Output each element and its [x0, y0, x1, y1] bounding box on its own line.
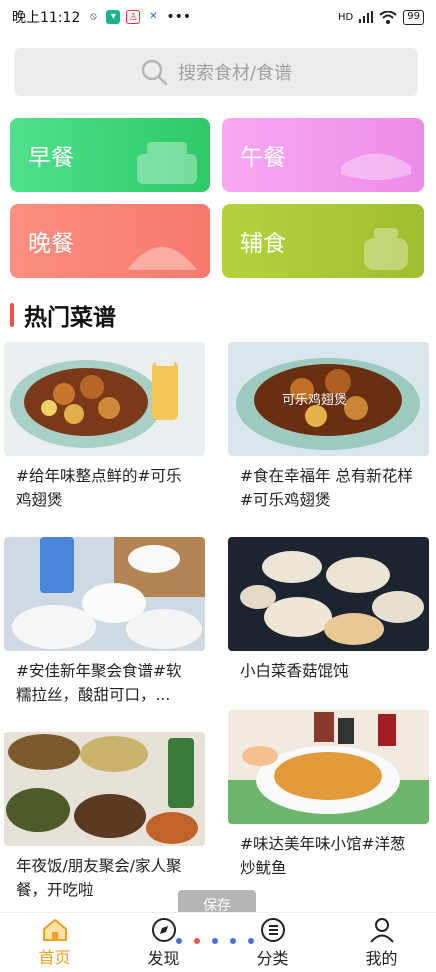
shield-icon: ▾	[106, 10, 121, 24]
more-notify-icon: •••	[166, 9, 192, 25]
recipe-title: #安佳新年聚会食谱#软糯拉丝，酸甜可口，...	[16, 662, 182, 704]
category-lunch[interactable]: 午餐	[222, 118, 424, 192]
recipe-overlay-text: 可乐鸡翅煲	[282, 392, 347, 408]
mute-icon: ⦸	[90, 11, 97, 22]
recipe-card[interactable]: #味达美年味小馆#洋葱炒鱿鱼	[228, 710, 429, 882]
category-baby-food[interactable]: 辅食	[222, 204, 424, 278]
app-notify-icon: ♙	[126, 10, 141, 24]
recipe-image: 可乐鸡翅煲	[228, 342, 429, 456]
recipe-title: #味达美年味小馆#洋葱炒鱿鱼	[240, 835, 406, 877]
page-dot	[176, 938, 182, 944]
x-app-icon: ✕	[149, 11, 158, 22]
recipe-title: 小白菜香菇馄饨	[240, 662, 349, 680]
recipe-title: #给年味整点鲜的#可乐鸡翅煲	[16, 467, 182, 509]
status-left: 晚上11:12 ⦸ ▾ ♙ ✕ •••	[12, 7, 191, 27]
section-title: 热门菜谱	[24, 305, 116, 331]
recipe-image	[228, 710, 429, 824]
tab-profile[interactable]: 我的	[327, 913, 436, 972]
page-dot	[230, 938, 236, 944]
recipe-image	[4, 732, 205, 846]
pot-icon	[364, 228, 408, 270]
category-label: 辅食	[240, 231, 286, 257]
recipe-title: #食在幸福年 总有新花样#可乐鸡翅煲	[240, 467, 413, 509]
section-accent-bar	[10, 303, 14, 327]
bowl-icon	[341, 153, 411, 180]
section-hot-recipes: 热门菜谱	[10, 298, 116, 332]
page-dot	[212, 938, 218, 944]
category-label: 午餐	[240, 145, 286, 171]
recipe-card[interactable]: 可乐鸡翅煲 #食在幸福年 总有新花样#可乐鸡翅煲	[228, 342, 429, 514]
wifi-icon	[379, 10, 397, 24]
search-placeholder: 搜索食材/食谱	[177, 63, 293, 84]
tab-label: 我的	[365, 948, 398, 968]
recipe-card[interactable]: 小白菜香菇馄饨	[228, 537, 429, 709]
compass-icon	[151, 917, 176, 942]
search-icon	[141, 59, 168, 86]
recipe-title: 年夜饭/朋友聚会/家人聚餐，开吃啦	[16, 857, 182, 899]
status-right: HD 99	[338, 9, 424, 25]
signal-icon	[359, 11, 374, 23]
recipe-card[interactable]: #给年味整点鲜的#可乐鸡翅煲	[4, 342, 205, 514]
bread-icon	[137, 142, 197, 184]
network-label: HD	[338, 11, 354, 23]
page-dot	[248, 938, 254, 944]
page-indicator	[176, 938, 254, 944]
category-label: 晚餐	[28, 231, 74, 257]
recipe-card[interactable]: 年夜饭/朋友聚会/家人聚餐，开吃啦	[4, 732, 205, 904]
tab-label: 首页	[38, 947, 71, 967]
plate-icon	[127, 247, 197, 270]
category-dinner[interactable]: 晚餐	[10, 204, 210, 278]
category-label: 早餐	[28, 145, 74, 171]
recipe-image	[228, 537, 429, 651]
recipe-image	[4, 537, 205, 651]
category-breakfast[interactable]: 早餐	[10, 118, 210, 192]
tab-home[interactable]: 首页	[0, 913, 109, 972]
user-icon	[369, 917, 394, 943]
tab-label: 分类	[256, 948, 289, 968]
list-icon	[260, 917, 285, 942]
battery-indicator: 99	[403, 9, 424, 25]
tab-label: 发现	[147, 948, 180, 968]
status-time: 晚上11:12	[12, 10, 81, 26]
home-icon	[42, 918, 67, 941]
page-dot	[194, 938, 200, 944]
recipe-image	[4, 342, 205, 456]
search-bar[interactable]: 搜索食材/食谱	[14, 48, 418, 96]
recipe-card[interactable]: #安佳新年聚会食谱#软糯拉丝，酸甜可口，...	[4, 537, 205, 709]
status-bar: 晚上11:12 ⦸ ▾ ♙ ✕ ••• HD 99	[0, 0, 436, 34]
